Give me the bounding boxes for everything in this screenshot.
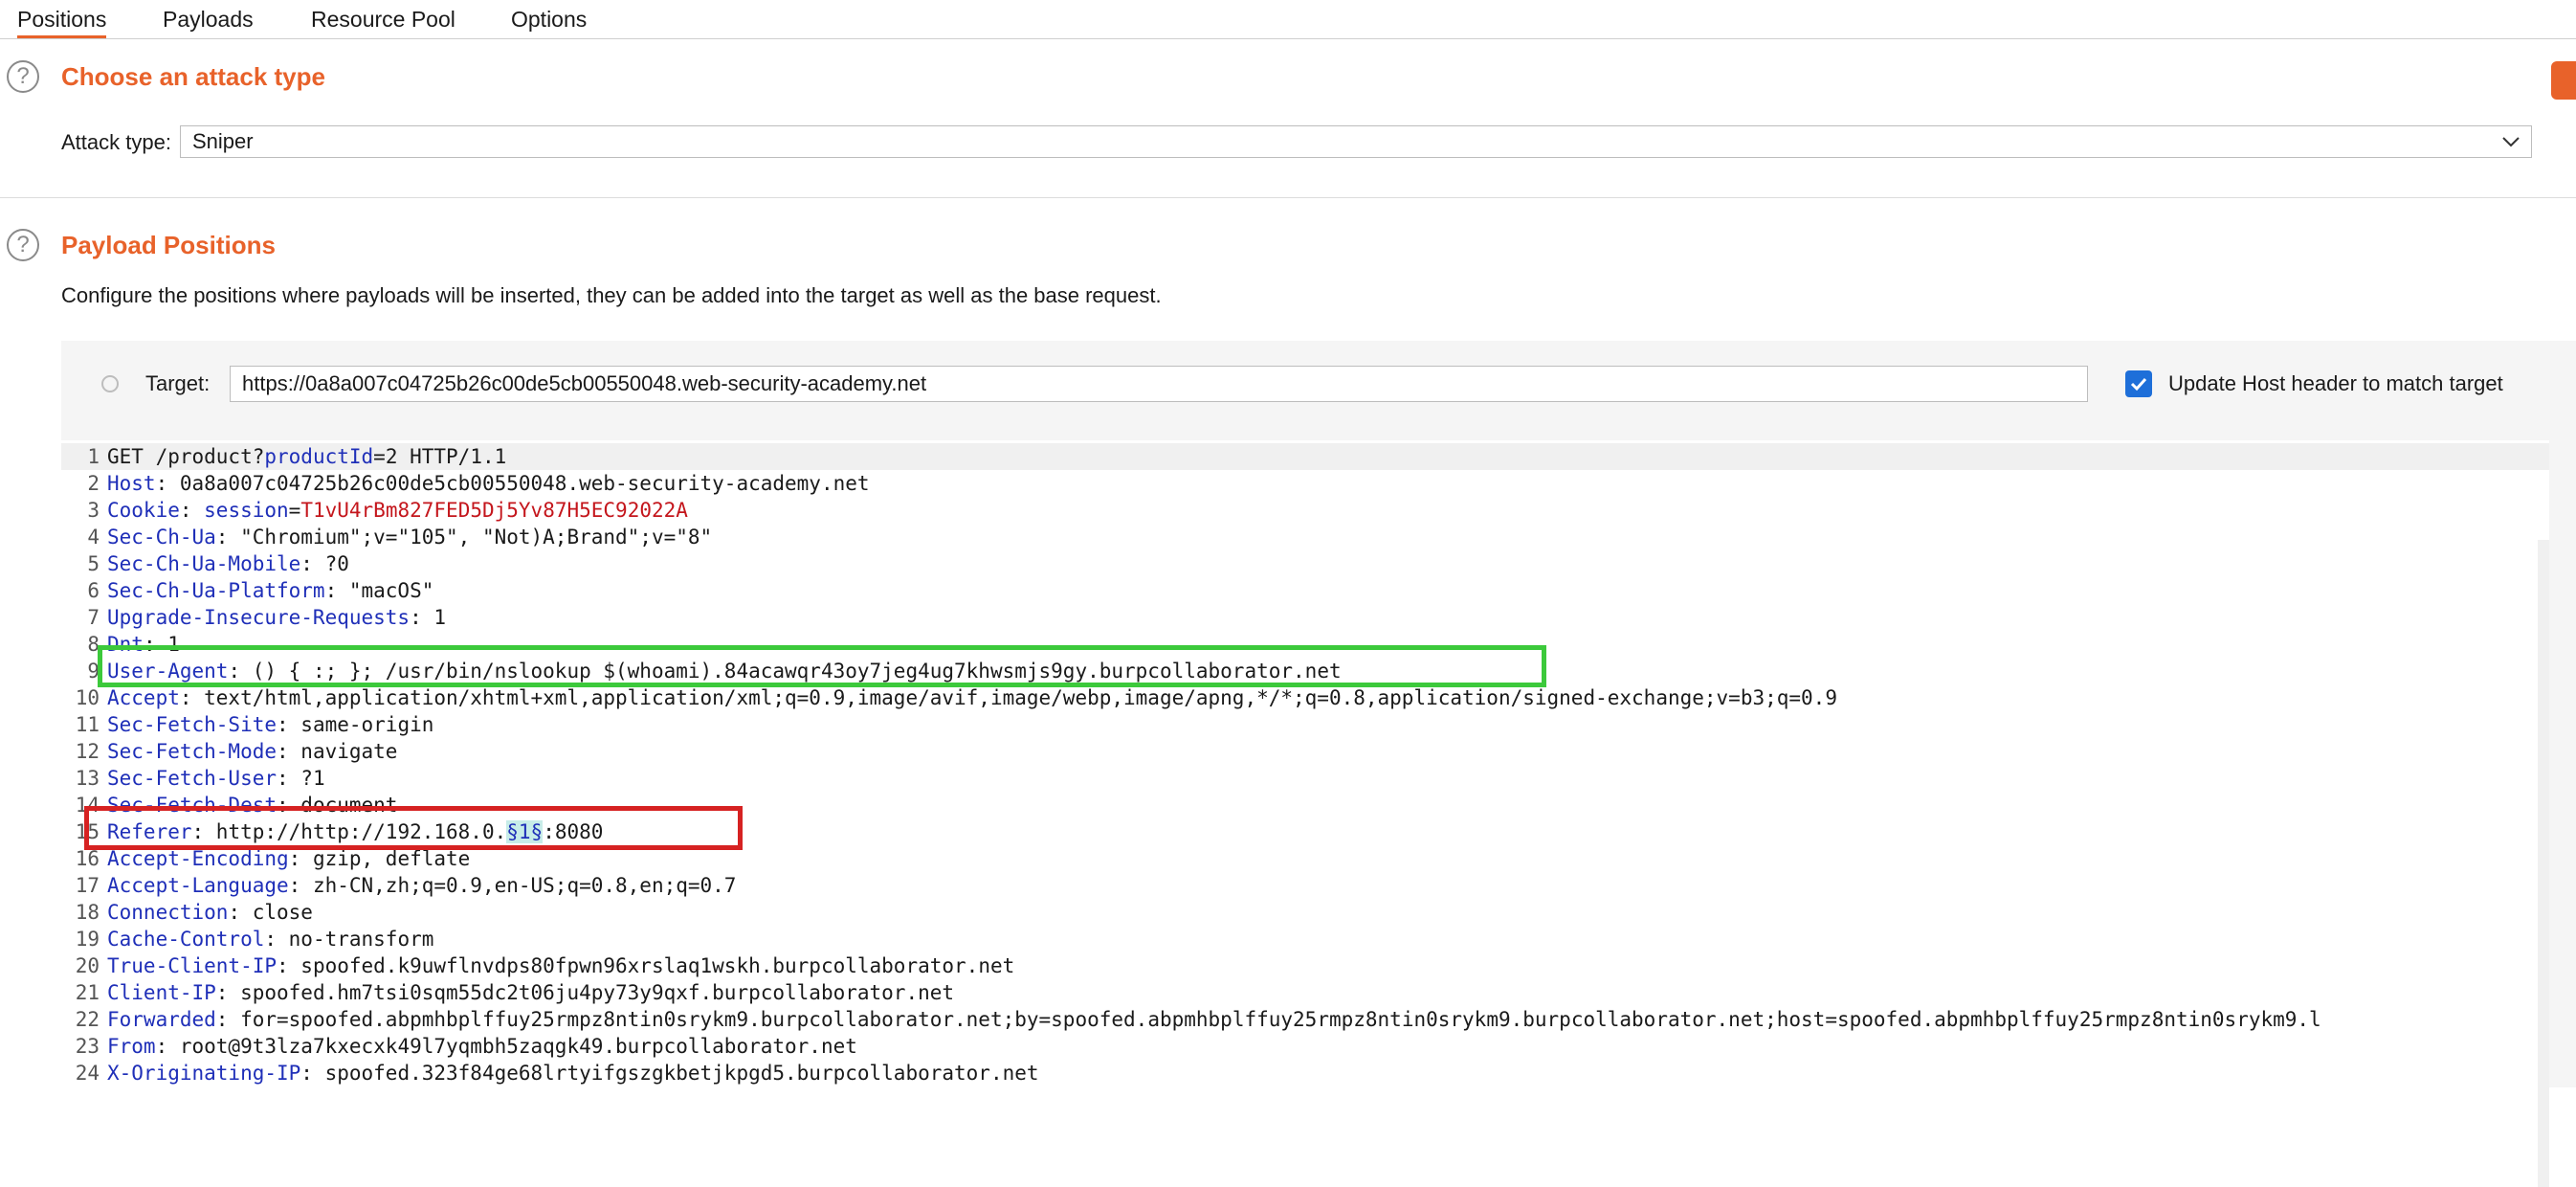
request-line[interactable]: 11 Sec-Fetch-Site: same-origin <box>61 711 2549 738</box>
line-number: 5 <box>87 552 100 575</box>
line-number: 4 <box>87 526 100 549</box>
request-line[interactable]: 20 True-Client-IP: spoofed.k9uwflnvdps80f… <box>61 952 2549 979</box>
line-text: From: root@9t3lza7kxecxk49l7yqmbh5zaqgk4… <box>107 1035 857 1058</box>
line-text: GET /product?productId=2 HTTP/1.1 <box>107 445 507 468</box>
request-line[interactable]: 23 From: root@9t3lza7kxecxk49l7yqmbh5zaqg… <box>61 1033 2549 1060</box>
line-number: 13 <box>75 767 100 790</box>
help-icon[interactable]: ? <box>7 60 39 93</box>
line-number: 8 <box>87 633 100 656</box>
attack-type-select[interactable]: Sniper <box>180 125 2532 158</box>
line-number: 22 <box>75 1008 100 1031</box>
line-text: Client-IP: spoofed.hm7tsi0sqm55dc2t06ju4… <box>107 981 955 1004</box>
line-text: Sec-Fetch-Mode: navigate <box>107 740 398 763</box>
line-text: Cookie: session=T1vU4rBm827FED5Dj5Yv87H5… <box>107 499 688 522</box>
target-icon <box>101 375 119 392</box>
request-line[interactable]: 18 Connection: close <box>61 899 2549 926</box>
request-line[interactable]: 4 Sec-Ch-Ua: "Chromium";v="105", "Not)A;B… <box>61 524 2549 550</box>
target-input[interactable]: https://0a8a007c04725b26c00de5cb00550048… <box>230 366 2088 402</box>
request-line[interactable]: 12 Sec-Fetch-Mode: navigate <box>61 738 2549 765</box>
request-line[interactable]: 10 Accept: text/html,application/xhtml+xm… <box>61 684 2549 711</box>
line-number: 10 <box>75 686 100 709</box>
section-divider <box>0 197 2576 198</box>
line-text: Sec-Ch-Ua-Mobile: ?0 <box>107 552 349 575</box>
line-number: 9 <box>87 660 100 683</box>
line-number: 24 <box>75 1062 100 1085</box>
line-text: Sec-Ch-Ua-Platform: "macOS" <box>107 579 434 602</box>
request-line[interactable]: 3 Cookie: session=T1vU4rBm827FED5Dj5Yv87H… <box>61 497 2549 524</box>
line-number: 23 <box>75 1035 100 1058</box>
line-text: True-Client-IP: spoofed.k9uwflnvdps80fpw… <box>107 954 1015 977</box>
line-number: 20 <box>75 954 100 977</box>
line-text: Cache-Control: no-transform <box>107 928 434 951</box>
request-line[interactable]: 19 Cache-Control: no-transform <box>61 926 2549 952</box>
request-line[interactable]: 2 Host: 0a8a007c04725b26c00de5cb00550048.… <box>61 470 2549 497</box>
attack-type-label: Attack type: <box>61 130 171 154</box>
line-number: 3 <box>87 499 100 522</box>
help-icon[interactable]: ? <box>7 229 39 261</box>
tab-payloads[interactable]: Payloads <box>163 0 254 38</box>
payload-positions-description: Configure the positions where payloads w… <box>61 283 1162 307</box>
line-number: 18 <box>75 901 100 924</box>
line-number: 1 <box>87 445 100 468</box>
line-text: Sec-Ch-Ua: "Chromium";v="105", "Not)A;Br… <box>107 526 713 549</box>
line-text: Connection: close <box>107 901 313 924</box>
line-number: 21 <box>75 981 100 1004</box>
request-editor[interactable]: 1 GET /product?productId=2 HTTP/1.1 2 Host:… <box>61 440 2549 1187</box>
request-line[interactable]: 5 Sec-Ch-Ua-Mobile: ?0 <box>61 550 2549 577</box>
update-host-checkbox[interactable] <box>2125 370 2152 397</box>
request-line[interactable]: 13 Sec-Fetch-User: ?1 <box>61 765 2549 792</box>
attack-type-value: Sniper <box>192 129 254 153</box>
chevron-down-icon <box>2500 126 2521 166</box>
tab-positions[interactable]: Positions <box>17 0 107 38</box>
line-number: 17 <box>75 874 100 897</box>
line-number: 6 <box>87 579 100 602</box>
line-number: 12 <box>75 740 100 763</box>
update-host-label: Update Host header to match target <box>2168 371 2503 395</box>
request-panel: Target: https://0a8a007c04725b26c00de5cb… <box>61 341 2576 1187</box>
request-line[interactable]: 22 Forwarded: for=spoofed.abpmhbplffuy25r… <box>61 1006 2549 1033</box>
line-text: Upgrade-Insecure-Requests: 1 <box>107 606 447 629</box>
attack-type-title: Choose an attack type <box>61 62 325 91</box>
line-number: 2 <box>87 472 100 495</box>
request-line[interactable]: 7 Upgrade-Insecure-Requests: 1 <box>61 604 2549 631</box>
target-label: Target: <box>145 371 211 395</box>
highlight-user-agent-box <box>98 645 1546 687</box>
request-line[interactable]: 21 Client-IP: spoofed.hm7tsi0sqm55dc2t06j… <box>61 979 2549 1006</box>
editor-scrollbar[interactable] <box>2538 540 2549 1187</box>
line-number: 7 <box>87 606 100 629</box>
payload-positions-title: Payload Positions <box>61 231 276 259</box>
line-text: Sec-Fetch-Site: same-origin <box>107 713 434 736</box>
highlight-referer-box <box>84 806 743 850</box>
tab-bar: Positions Payloads Resource Pool Options <box>0 0 2576 39</box>
line-number: 19 <box>75 928 100 951</box>
line-text: Accept: text/html,application/xhtml+xml,… <box>107 686 1837 709</box>
line-text: Forwarded: for=spoofed.abpmhbplffuy25rmp… <box>107 1008 2321 1031</box>
request-line[interactable]: 6 Sec-Ch-Ua-Platform: "macOS" <box>61 577 2549 604</box>
line-number: 11 <box>75 713 100 736</box>
line-text: Host: 0a8a007c04725b26c00de5cb00550048.w… <box>107 472 870 495</box>
line-text: Sec-Fetch-User: ?1 <box>107 767 325 790</box>
side-collapse-tab[interactable] <box>2551 61 2576 100</box>
request-line[interactable]: 1 GET /product?productId=2 HTTP/1.1 <box>61 443 2549 470</box>
request-line[interactable]: 17 Accept-Language: zh-CN,zh;q=0.9,en-US;… <box>61 872 2549 899</box>
request-line[interactable]: 24 X-Originating-IP: spoofed.323f84ge68lr… <box>61 1060 2549 1086</box>
tab-resource-pool[interactable]: Resource Pool <box>311 0 455 38</box>
line-text: X-Originating-IP: spoofed.323f84ge68lrty… <box>107 1062 1039 1085</box>
tab-options[interactable]: Options <box>511 0 587 38</box>
line-text: Accept-Language: zh-CN,zh;q=0.9,en-US;q=… <box>107 874 737 897</box>
